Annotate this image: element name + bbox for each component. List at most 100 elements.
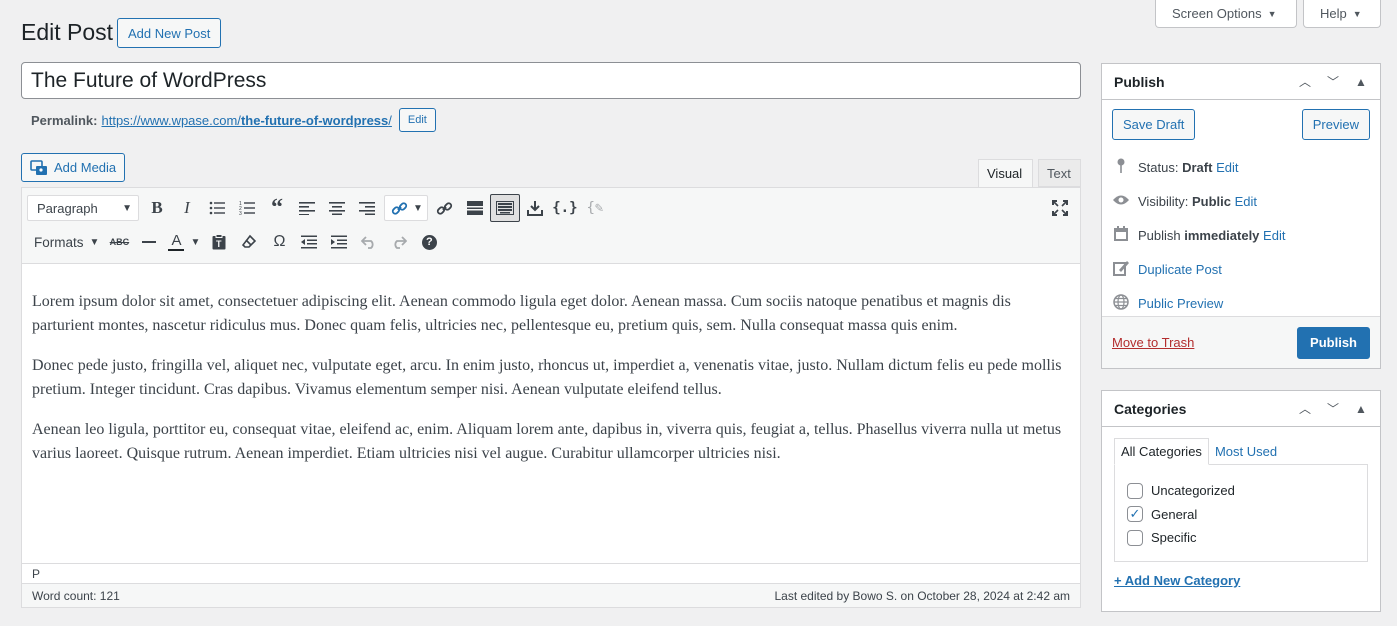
last-edited: Last edited by Bowo S. on October 28, 20… [774, 588, 1070, 603]
editor-content[interactable]: Lorem ipsum dolor sit amet, consectetuer… [22, 264, 1080, 563]
toggle-panel-icon[interactable]: ▲ [1348, 402, 1374, 416]
chevron-up-icon[interactable]: ︿ [1292, 73, 1318, 90]
fullscreen-icon[interactable] [1045, 194, 1075, 222]
permalink-url[interactable]: https://www.wpase.com/the-future-of-word… [101, 113, 391, 128]
link-icon[interactable] [430, 194, 460, 222]
duplicate-post-link[interactable]: Duplicate Post [1138, 262, 1222, 277]
page-title: Edit Post [21, 19, 114, 45]
numbered-list-icon[interactable]: 123 [232, 194, 262, 222]
indent-icon[interactable] [324, 228, 354, 256]
checkbox[interactable] [1127, 529, 1143, 546]
formats-label: Formats [34, 234, 84, 250]
link-icon[interactable] [385, 194, 413, 222]
text-color-icon[interactable]: A ▼ [164, 228, 204, 256]
public-preview-row: Public Preview [1102, 286, 1380, 320]
move-to-trash-link[interactable]: Move to Trash [1112, 335, 1194, 350]
caret-down-icon: ▼ [1267, 8, 1277, 19]
publish-box-title: Publish [1114, 73, 1165, 90]
add-media-label: Add Media [54, 160, 117, 175]
publish-box: Publish ︿ ﹀ ▲ Save Draft Preview Status:… [1101, 63, 1381, 369]
outdent-icon[interactable] [294, 228, 324, 256]
chevron-down-icon: ▼ [122, 202, 132, 214]
special-character-icon[interactable]: Ω [264, 228, 294, 256]
undo-icon[interactable] [354, 228, 384, 256]
tab-text[interactable]: Text [1038, 159, 1081, 187]
blockquote-icon[interactable]: “ [262, 194, 292, 222]
globe-icon [1112, 293, 1130, 313]
chevron-down-icon[interactable]: ﹀ [1320, 73, 1346, 90]
publish-major-actions: Move to Trash Publish [1102, 316, 1380, 368]
status-value: Draft [1182, 159, 1213, 175]
horizontal-line-icon[interactable] [134, 228, 164, 256]
code-edit-icon[interactable]: {✎ [580, 194, 610, 222]
help-tab[interactable]: Help ▼ [1303, 0, 1381, 28]
chevron-down-icon[interactable]: ▼ [413, 203, 427, 214]
publish-label: Publish [1138, 227, 1181, 243]
eye-icon [1112, 193, 1130, 209]
tab-all-categories[interactable]: All Categories [1114, 438, 1209, 465]
block-format-value: Paragraph [37, 200, 98, 216]
public-preview-link[interactable]: Public Preview [1138, 296, 1223, 311]
status-label: Status: [1138, 159, 1179, 175]
save-draft-button[interactable]: Save Draft [1112, 109, 1196, 140]
element-path[interactable]: P [22, 563, 1080, 583]
category-label: Uncategorized [1151, 483, 1235, 499]
checkbox-checked[interactable]: ✓ [1127, 506, 1143, 523]
block-format-select[interactable]: Paragraph ▼ [27, 195, 139, 221]
tab-visual[interactable]: Visual [978, 159, 1033, 188]
category-item[interactable]: Uncategorized [1127, 479, 1367, 503]
bulleted-list-icon[interactable] [202, 194, 232, 222]
add-media-button[interactable]: Add Media [21, 153, 126, 182]
publish-time-row: Publish immediately Edit [1102, 218, 1380, 252]
publish-value: immediately [1184, 227, 1260, 243]
chevron-down-icon[interactable]: ﹀ [1320, 400, 1346, 417]
chevron-up-icon[interactable]: ︿ [1292, 400, 1318, 417]
toggle-panel-icon[interactable]: ▲ [1348, 75, 1374, 89]
strikethrough-icon[interactable]: ABC [104, 228, 134, 256]
category-item[interactable]: Specific [1127, 526, 1367, 550]
add-new-category-link[interactable]: + Add New Category [1114, 573, 1240, 588]
redo-icon[interactable] [384, 228, 414, 256]
status-edit-link[interactable]: Edit [1216, 160, 1238, 175]
permalink-label: Permalink: [31, 112, 98, 128]
formats-dropdown[interactable]: Formats ▼ [27, 228, 104, 256]
download-icon[interactable] [520, 194, 550, 222]
tab-most-used[interactable]: Most Used [1209, 438, 1283, 465]
add-media-icon [30, 159, 47, 175]
visibility-value: Public [1191, 193, 1231, 209]
paragraph: Lorem ipsum dolor sit amet, consectetuer… [32, 293, 1011, 334]
italic-icon[interactable]: I [172, 194, 202, 222]
paste-text-icon[interactable]: T [204, 228, 234, 256]
visibility-edit-link[interactable]: Edit [1235, 194, 1257, 209]
calendar-icon [1112, 225, 1130, 245]
category-label: Specific [1151, 530, 1197, 546]
screen-options-tab[interactable]: Screen Options ▼ [1155, 0, 1297, 28]
align-right-icon[interactable] [352, 194, 382, 222]
add-new-post-button[interactable]: Add New Post [117, 18, 222, 48]
align-center-icon[interactable] [322, 194, 352, 222]
help-label: Help [1320, 6, 1347, 21]
code-icon[interactable]: {.} [550, 194, 580, 222]
checkbox[interactable] [1127, 482, 1143, 499]
screen-options-label: Screen Options [1172, 6, 1262, 21]
publish-time-edit-link[interactable]: Edit [1263, 228, 1285, 243]
chevron-down-icon: ▼ [89, 236, 100, 248]
bold-icon[interactable]: B [142, 194, 172, 222]
read-more-icon[interactable] [460, 194, 490, 222]
categories-box: Categories ︿ ﹀ ▲ All Categories Most Use… [1101, 390, 1381, 612]
keyboard-icon[interactable] [489, 194, 520, 222]
caret-down-icon: ▼ [1352, 8, 1362, 19]
help-icon[interactable]: ? [414, 228, 444, 256]
insert-link-split-button[interactable]: ▼ [384, 195, 428, 221]
duplicate-icon [1112, 260, 1130, 279]
publish-button[interactable]: Publish [1297, 326, 1370, 359]
permalink: Permalink: https://www.wpase.com/the-fut… [31, 107, 436, 133]
post-title-input[interactable]: The Future of WordPress [21, 62, 1081, 99]
permalink-edit-button[interactable]: Edit [398, 108, 436, 132]
preview-button[interactable]: Preview [1301, 109, 1370, 140]
category-checklist: Uncategorized ✓ General Specific [1114, 464, 1368, 562]
align-left-icon[interactable] [292, 194, 322, 222]
category-item[interactable]: ✓ General [1127, 503, 1367, 527]
category-label: General [1151, 506, 1198, 522]
clear-formatting-icon[interactable] [234, 228, 264, 256]
